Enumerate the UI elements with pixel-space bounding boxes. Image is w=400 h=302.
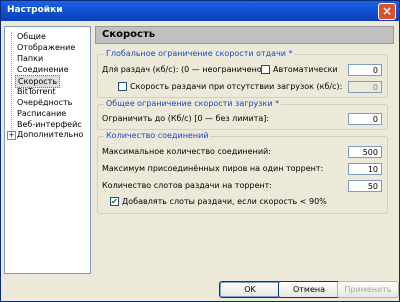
extra-slots-label: Добавлять слоты раздачи, если скорость <… <box>122 197 327 206</box>
download-limit-label: Ограничить до (Кб/с) [0 — без лимита]: <box>102 114 270 123</box>
ok-button[interactable]: OK <box>219 281 281 298</box>
auto-upload-label: Автоматически <box>273 65 338 74</box>
download-group-title: Общее ограничение скорости загрузки * <box>104 99 282 108</box>
cancel-button[interactable]: Отмена <box>278 281 340 298</box>
sidebar-item-queue[interactable]: Очерёдность <box>15 97 74 108</box>
sidebar-item-advanced[interactable]: Дополнительно <box>15 129 85 140</box>
max-connections-field[interactable]: 500 <box>348 146 382 158</box>
upload-limit-field[interactable]: 0 <box>348 64 382 76</box>
sidebar-item-display[interactable]: Отображение <box>15 42 77 53</box>
connections-group: Количество соединений Максимальное колич… <box>97 131 388 214</box>
close-button[interactable]: × <box>378 3 396 20</box>
sidebar-item-general[interactable]: Общие <box>15 31 48 42</box>
download-limit-field[interactable]: 0 <box>348 113 382 125</box>
upload-group-title: Глобальное ограничение скорости отдачи * <box>104 49 295 58</box>
sidebar-item-bittorrent[interactable]: BitTorrent <box>15 86 58 97</box>
window-title: Настройки <box>7 5 63 15</box>
upload-slots-field[interactable]: 50 <box>348 180 382 192</box>
settings-sidebar: Общие Отображение Папки Соединение Скоро… <box>4 26 91 274</box>
connections-group-title: Количество соединений <box>104 131 211 140</box>
no-downloads-upload-label: Скорость раздачи при отсутствии загрузок… <box>130 82 343 91</box>
max-connections-label: Максимальное количество соединений: <box>102 147 271 156</box>
settings-panel: Скорость Глобальное ограничение скорости… <box>95 26 394 272</box>
panel-title: Скорость <box>102 29 156 40</box>
no-downloads-upload-field[interactable]: 0 <box>348 81 382 93</box>
sidebar-item-connection[interactable]: Соединение <box>15 64 71 75</box>
upload-limit-label: Для раздач (кб/с): (0 — неограничено) <box>102 65 265 74</box>
upload-limit-group: Глобальное ограничение скорости отдачи *… <box>97 49 388 98</box>
sidebar-item-folders[interactable]: Папки <box>15 53 45 64</box>
settings-window: Настройки × Общие Отображение Папки Соед… <box>0 0 400 302</box>
no-downloads-upload-checkbox[interactable] <box>118 82 127 91</box>
max-peers-field[interactable]: 10 <box>348 163 382 175</box>
auto-upload-checkbox[interactable] <box>261 65 270 74</box>
download-limit-group: Общее ограничение скорости загрузки * Ог… <box>97 99 388 130</box>
sidebar-item-scheduler[interactable]: Расписание <box>15 108 68 119</box>
extra-slots-checkbox[interactable]: ✔ <box>110 197 119 206</box>
apply-button[interactable]: Применить <box>337 281 399 298</box>
max-peers-label: Максимум присоединённых пиров на один то… <box>102 164 324 173</box>
panel-header: Скорость <box>95 26 394 44</box>
tree-line <box>11 32 13 132</box>
title-bar: Настройки × <box>1 1 399 21</box>
upload-slots-label: Количество слотов раздачи на торрент: <box>102 181 272 190</box>
